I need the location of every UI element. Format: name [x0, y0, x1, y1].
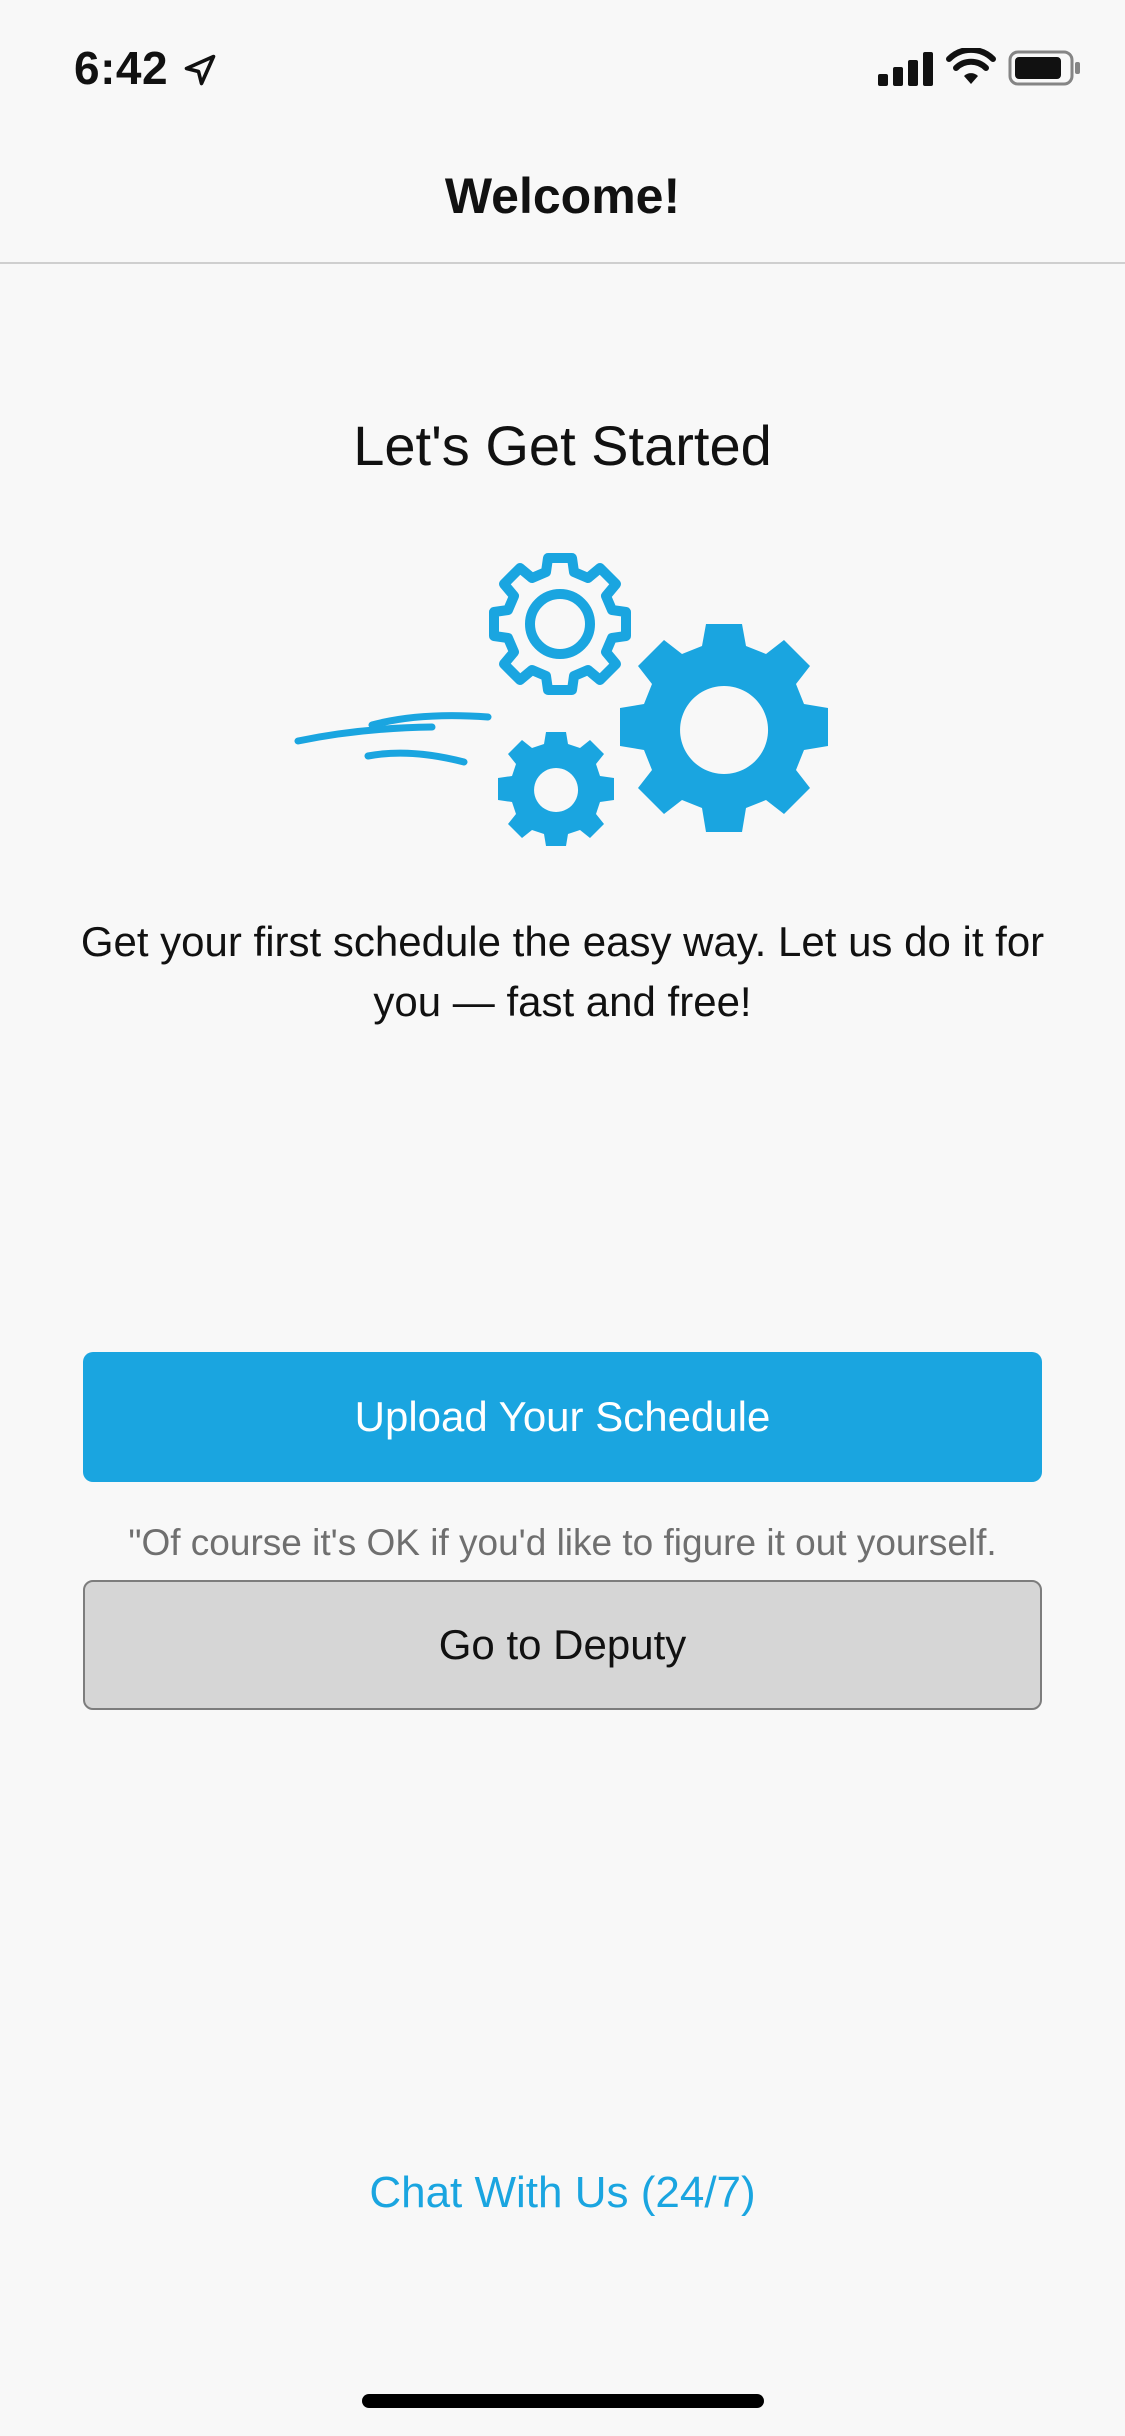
home-indicator: [362, 2394, 764, 2408]
upload-schedule-button[interactable]: Upload Your Schedule: [83, 1352, 1042, 1482]
upload-schedule-button-label: Upload Your Schedule: [354, 1393, 771, 1440]
hint-text: "Of course it's OK if you'd like to figu…: [128, 1522, 997, 1563]
status-bar: 6:42: [0, 0, 1125, 132]
go-to-deputy-button-label: Go to Deputy: [438, 1621, 687, 1668]
chat-with-us-link[interactable]: Chat With Us (24/7): [0, 2164, 1125, 2222]
nav-title: Welcome!: [444, 168, 681, 224]
location-arrow-icon: [184, 54, 216, 86]
go-to-deputy-button[interactable]: Go to Deputy: [83, 1580, 1042, 1710]
cellular-signal-icon: [878, 52, 933, 86]
wifi-icon: [946, 48, 996, 84]
gears-icon: [294, 553, 828, 846]
description-text: Get your first schedule the easy way. Le…: [80, 918, 1045, 1025]
page-heading: Let's Get Started: [353, 414, 772, 477]
battery-icon: [1008, 50, 1080, 86]
status-time: 6:42: [74, 42, 169, 94]
nav-bar: Welcome!: [0, 132, 1125, 264]
